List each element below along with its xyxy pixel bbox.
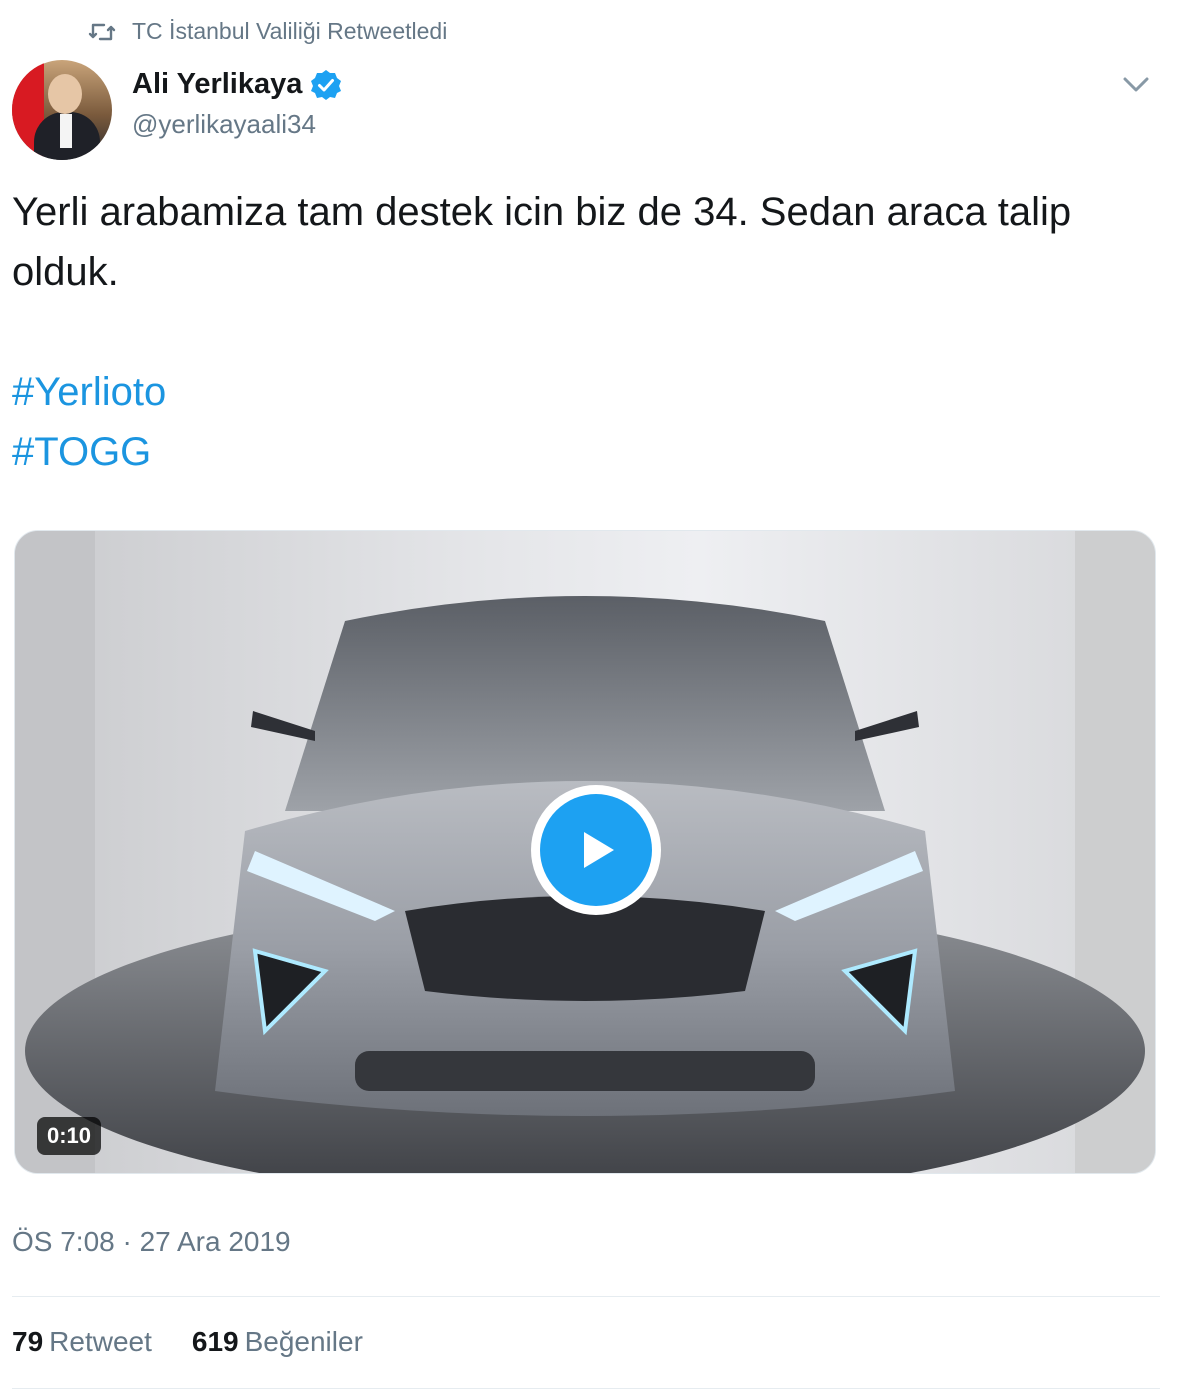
divider xyxy=(12,1296,1160,1297)
hashtag-list: #Yerlioto #TOGG xyxy=(12,362,166,482)
retweet-count: 79 xyxy=(12,1326,44,1357)
divider xyxy=(12,1388,1160,1389)
play-icon xyxy=(584,832,614,868)
tweet-timestamp[interactable]: ÖS 7:08 · 27 Ara 2019 xyxy=(12,1226,291,1258)
hashtag-link[interactable]: #Yerlioto xyxy=(12,362,166,422)
likes-stat[interactable]: 619 Beğeniler xyxy=(192,1326,363,1358)
author-info[interactable]: Ali Yerlikaya @yerlikayaali34 xyxy=(132,68,342,140)
avatar[interactable] xyxy=(12,60,112,160)
likes-label: Beğeniler xyxy=(244,1326,363,1357)
avatar-shirt xyxy=(60,114,72,148)
retweet-context[interactable]: TC İstanbul Valiliği Retweetledi xyxy=(88,18,447,45)
tweet-text: Yerli arabamiza tam destek icin biz de 3… xyxy=(12,190,1072,294)
likes-count: 619 xyxy=(191,1326,239,1357)
avatar-head xyxy=(48,74,82,114)
play-button-fill xyxy=(540,794,652,906)
retweet-text: TC İstanbul Valiliği Retweetledi xyxy=(132,18,448,44)
video-player[interactable]: 0:10 xyxy=(14,530,1156,1174)
engagement-stats: 79 Retweet 619 Beğeniler xyxy=(12,1326,363,1358)
video-duration-badge: 0:10 xyxy=(37,1117,102,1155)
verified-badge-icon xyxy=(311,69,342,100)
retweet-icon xyxy=(88,23,116,40)
author-name-text: Ali Yerlikaya xyxy=(132,68,303,100)
hashtag-link[interactable]: #TOGG xyxy=(12,422,166,482)
chevron-down-icon[interactable] xyxy=(1120,72,1152,96)
play-button[interactable] xyxy=(531,785,661,915)
retweet-stat[interactable]: 79 Retweet xyxy=(12,1326,152,1358)
retweet-label: Retweet xyxy=(49,1326,152,1357)
author-display-name[interactable]: Ali Yerlikaya xyxy=(132,68,342,101)
author-handle[interactable]: @yerlikayaali34 xyxy=(132,109,342,140)
